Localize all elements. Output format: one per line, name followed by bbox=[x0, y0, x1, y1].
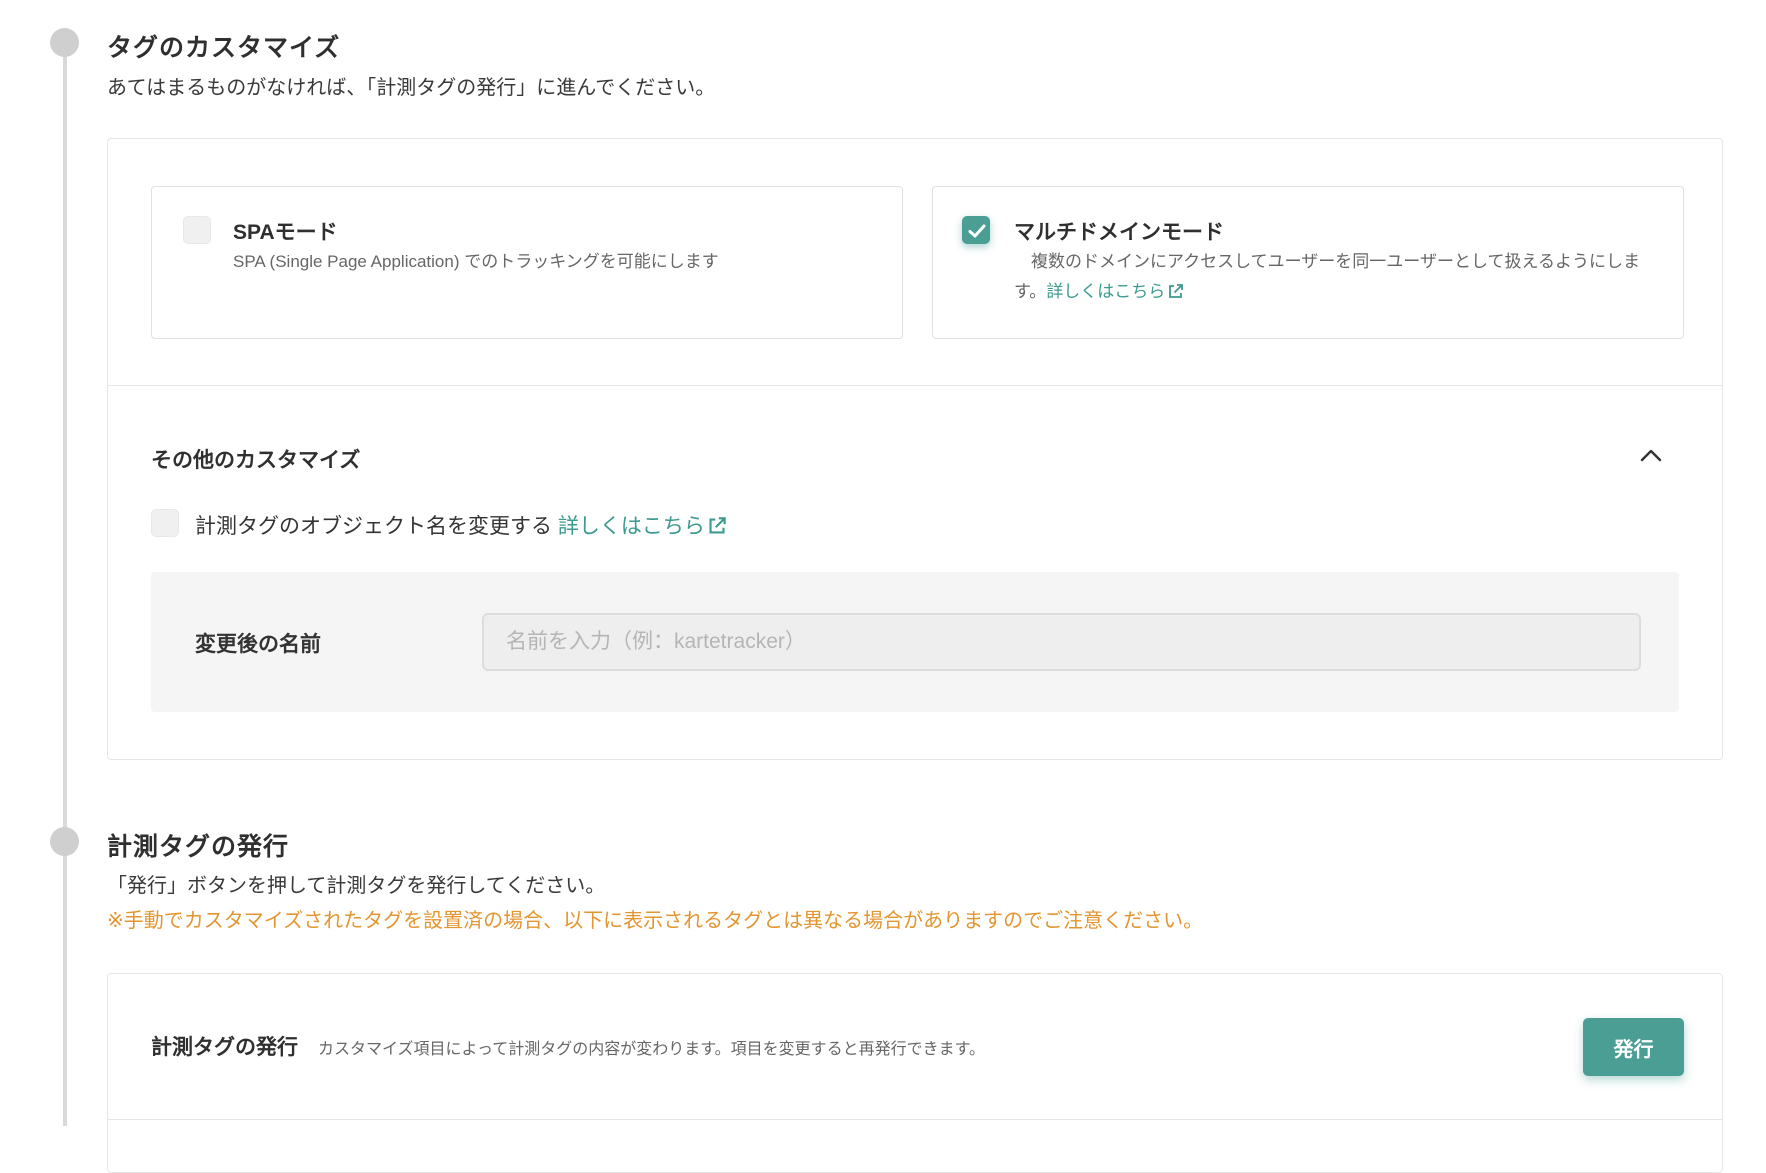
step-title: タグのカスタマイズ bbox=[107, 34, 341, 62]
step-marker bbox=[50, 28, 79, 57]
rename-object-details-link[interactable]: 詳しくはこちら bbox=[558, 515, 727, 538]
step-description: あてはまるものがなければ、「計測タグの発行」に進んでください。 bbox=[107, 77, 716, 99]
step-marker bbox=[50, 827, 79, 856]
step-description: 「発行」ボタンを押して計測タグを発行してください。 bbox=[107, 875, 606, 897]
external-link-icon bbox=[709, 517, 726, 534]
new-name-input[interactable] bbox=[482, 613, 1641, 671]
step-title: 計測タグの発行 bbox=[107, 833, 290, 861]
rename-object-details-link-text: 詳しくはこちら bbox=[557, 515, 705, 538]
customize-panel: SPAモード SPA (Single Page Application) でのト… bbox=[107, 138, 1723, 760]
multi-domain-mode-title: マルチドメインモード bbox=[1014, 221, 1224, 244]
other-customize-heading: その他のカスタマイズ bbox=[151, 449, 361, 472]
rename-object-checkbox[interactable] bbox=[151, 509, 179, 537]
chevron-up-icon[interactable] bbox=[1640, 448, 1662, 462]
rename-object-option: 計測タグのオブジェクト名を変更する 詳しくはこちら bbox=[195, 510, 727, 540]
multi-domain-mode-description: 複数のドメインにアクセスしてユーザーを同一ユーザーとして扱えるようにします。詳し… bbox=[1014, 247, 1654, 307]
issue-panel: 計測タグの発行 カスタマイズ項目によって計測タグの内容が変わります。項目を変更す… bbox=[107, 973, 1723, 1173]
issue-panel-title: 計測タグの発行 bbox=[151, 1036, 298, 1059]
new-name-label: 変更後の名前 bbox=[195, 633, 321, 656]
rename-object-label: 計測タグのオブジェクト名を変更する bbox=[195, 515, 552, 538]
issue-button[interactable]: 発行 bbox=[1583, 1018, 1684, 1076]
spa-mode-card[interactable]: SPAモード SPA (Single Page Application) でのト… bbox=[151, 186, 903, 339]
panel-divider bbox=[108, 385, 1722, 386]
timeline-line bbox=[63, 44, 67, 1126]
multi-domain-details-link[interactable]: 詳しくはこちら bbox=[1046, 282, 1184, 301]
step-warning: ※手動でカスタマイズされたタグを設置済の場合、以下に表示されるタグとは異なる場合… bbox=[107, 910, 1204, 932]
rename-object-box: 変更後の名前 bbox=[151, 572, 1679, 712]
panel-divider bbox=[108, 1119, 1722, 1120]
multi-domain-details-link-text: 詳しくはこちら bbox=[1046, 282, 1166, 301]
check-icon bbox=[968, 224, 986, 238]
spa-mode-checkbox[interactable] bbox=[183, 216, 211, 244]
spa-mode-description: SPA (Single Page Application) でのトラッキングを可… bbox=[233, 252, 719, 271]
multi-domain-mode-card[interactable]: マルチドメインモード 複数のドメインにアクセスしてユーザーを同一ユーザーとして扱… bbox=[932, 186, 1684, 339]
spa-mode-title: SPAモード bbox=[233, 221, 338, 244]
issue-panel-description: カスタマイズ項目によって計測タグの内容が変わります。項目を変更すると再発行できま… bbox=[318, 1041, 986, 1058]
multi-domain-checkbox[interactable] bbox=[962, 216, 990, 244]
external-link-icon bbox=[1169, 284, 1184, 298]
